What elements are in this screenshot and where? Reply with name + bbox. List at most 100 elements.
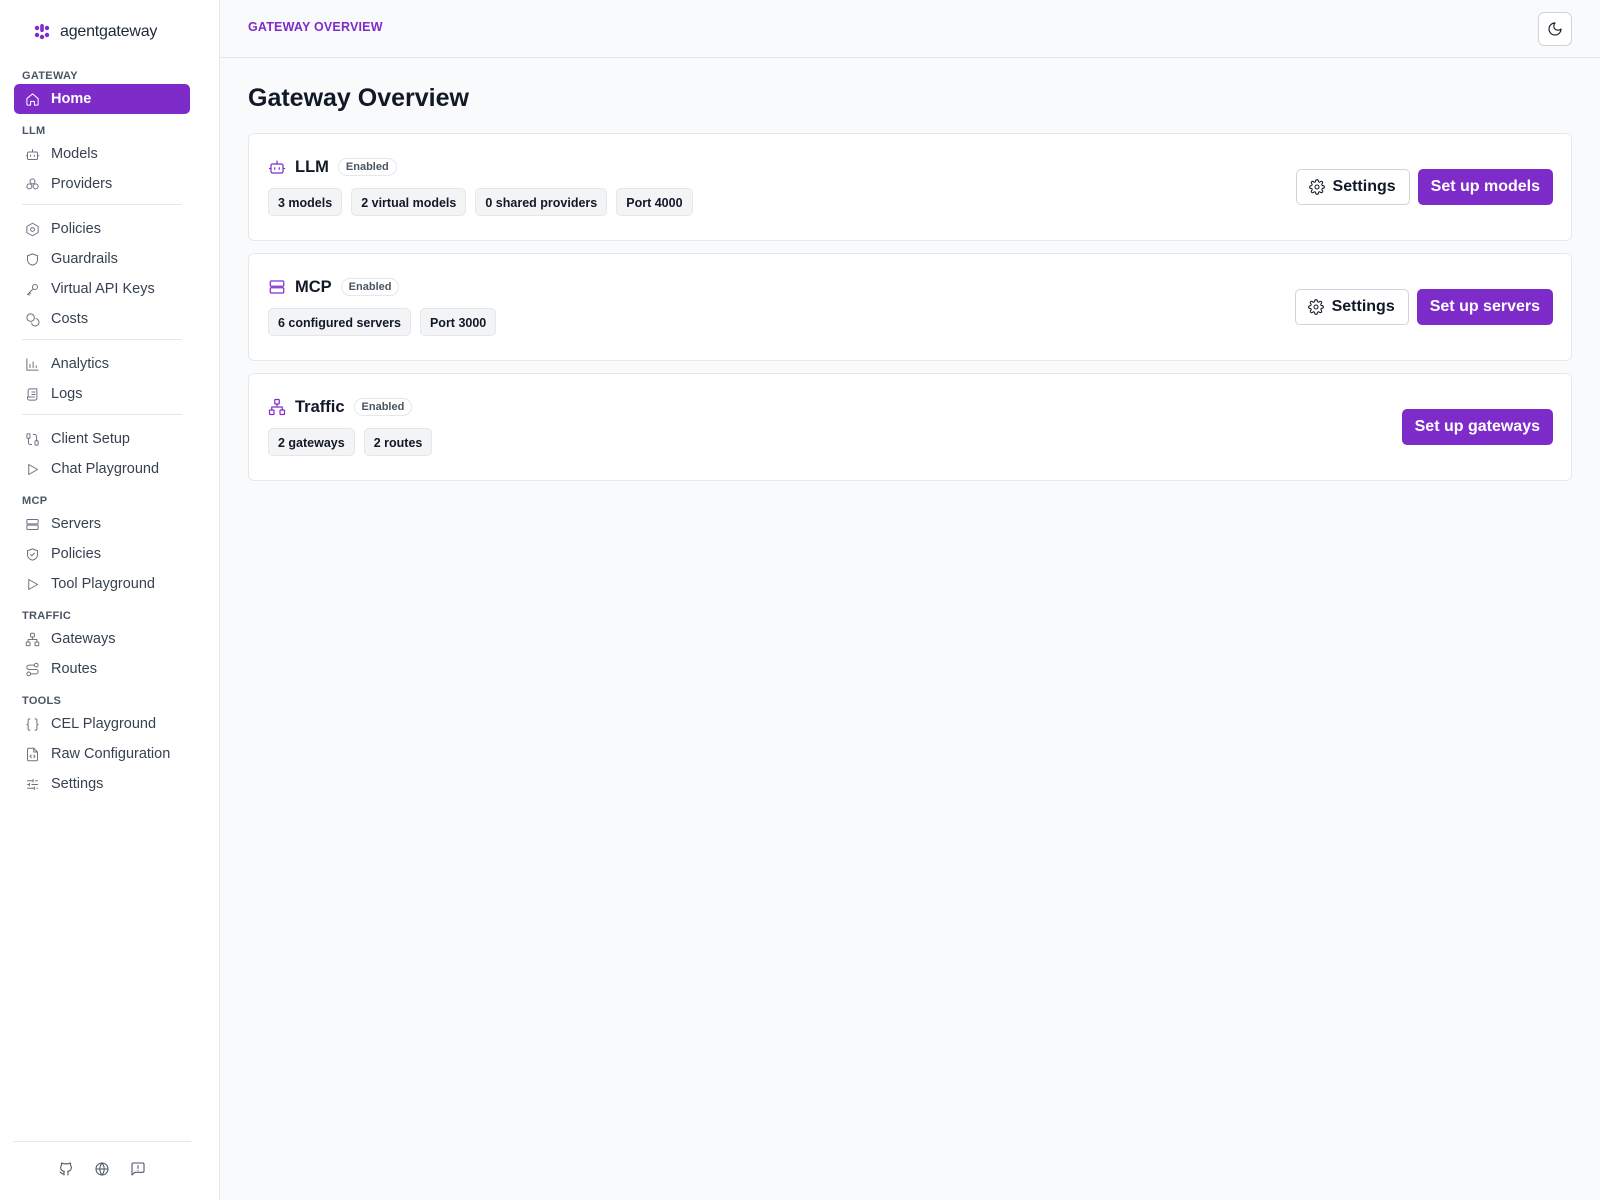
sidebar-item-logs[interactable]: Logs: [14, 379, 190, 409]
globe-icon[interactable]: [93, 1160, 111, 1178]
sidebar-item-label: Virtual API Keys: [51, 281, 155, 297]
page-title: Gateway Overview: [248, 84, 469, 112]
stat-chips: 6 configured servers Port 3000: [268, 308, 497, 336]
logo-icon: [34, 24, 50, 40]
server-icon: [268, 278, 286, 296]
sidebar-item-settings[interactable]: Settings: [14, 769, 190, 799]
set-up-servers-button[interactable]: Set up servers: [1416, 289, 1553, 325]
file-code-icon: [24, 746, 40, 762]
gear-icon: [1307, 299, 1324, 315]
gear-icon: [1308, 179, 1325, 195]
server-icon: [24, 516, 40, 532]
sidebar-nav: GATEWAY Home LLM Models Providers Polici…: [14, 68, 190, 799]
card-header: LLM Enabled: [268, 156, 397, 178]
stat-chip: Port 3000: [419, 308, 497, 336]
scroll-icon: [24, 386, 40, 402]
llm-card: LLM Enabled 3 models 2 virtual models 0 …: [248, 133, 1572, 241]
stat-chip: 3 models: [268, 188, 343, 216]
sidebar-footer: [13, 1141, 191, 1178]
sidebar-item-models[interactable]: Models: [14, 139, 190, 169]
set-up-models-button[interactable]: Set up models: [1417, 169, 1553, 205]
play-icon: [24, 461, 40, 477]
sidebar-item-label: Logs: [51, 386, 83, 402]
sidebar-item-mcp-policies[interactable]: Policies: [14, 539, 190, 569]
bot-icon: [268, 158, 286, 176]
sidebar-item-label: Analytics: [51, 356, 110, 372]
card-header: Traffic Enabled: [268, 396, 413, 418]
play-icon: [24, 576, 40, 592]
sidebar-item-cel-playground[interactable]: CEL Playground: [14, 709, 190, 739]
mcp-settings-button[interactable]: Settings: [1294, 289, 1409, 325]
sidebar-item-label: Policies: [51, 221, 101, 237]
sidebar-item-label: Costs: [51, 311, 89, 327]
sidebar-item-analytics[interactable]: Analytics: [14, 349, 190, 379]
section-label-gateway: GATEWAY: [22, 70, 78, 82]
sidebar-item-providers[interactable]: Providers: [14, 169, 190, 199]
sidebar-item-label: Models: [51, 146, 98, 162]
stat-chip: 2 virtual models: [351, 188, 467, 216]
network-icon: [268, 398, 286, 416]
section-label-llm: LLM: [22, 125, 46, 137]
sidebar-item-home[interactable]: Home: [14, 84, 190, 114]
stat-chips: 3 models 2 virtual models 0 shared provi…: [268, 188, 693, 216]
stat-chips: 2 gateways 2 routes: [268, 428, 433, 456]
llm-settings-button[interactable]: Settings: [1295, 169, 1410, 205]
button-label: Settings: [1331, 298, 1395, 315]
theme-toggle-button[interactable]: [1538, 12, 1572, 46]
sidebar-item-label: Providers: [51, 176, 113, 192]
stat-chip: 0 shared providers: [475, 188, 608, 216]
card-title: LLM: [295, 157, 329, 176]
sidebar: agentgateway GATEWAY Home LLM Models Pro…: [0, 0, 220, 1200]
sidebar-item-client-setup[interactable]: Client Setup: [14, 424, 190, 454]
status-badge: Enabled: [353, 398, 413, 416]
route-icon: [24, 661, 40, 677]
logo-text: agentgateway: [60, 23, 158, 40]
sidebar-item-tool-playground[interactable]: Tool Playground: [14, 569, 190, 599]
sliders-icon: [24, 776, 40, 792]
section-label-traffic: TRAFFIC: [22, 610, 72, 622]
app-logo[interactable]: agentgateway: [32, 20, 157, 44]
set-up-gateways-button[interactable]: Set up gateways: [1401, 409, 1553, 445]
network-icon: [24, 631, 40, 647]
key-icon: [24, 281, 40, 297]
shield-icon: [24, 251, 40, 267]
nav-divider: [22, 414, 182, 415]
sidebar-item-label: Guardrails: [51, 251, 118, 267]
sidebar-item-guardrails[interactable]: Guardrails: [14, 244, 190, 274]
card-title: Traffic: [295, 397, 345, 416]
sidebar-item-raw-configuration[interactable]: Raw Configuration: [14, 739, 190, 769]
section-label-mcp: MCP: [22, 495, 48, 507]
sidebar-item-virtual-api-keys[interactable]: Virtual API Keys: [14, 274, 190, 304]
top-bar: GATEWAY OVERVIEW: [220, 0, 1600, 58]
feedback-icon[interactable]: [129, 1160, 147, 1178]
sidebar-item-label: Raw Configuration: [51, 746, 171, 762]
sidebar-item-chat-playground[interactable]: Chat Playground: [14, 454, 190, 484]
sidebar-item-label: Tool Playground: [51, 576, 155, 592]
stat-chip: 2 gateways: [268, 428, 355, 456]
stat-chip: 6 configured servers: [268, 308, 411, 336]
card-actions: Settings Set up models: [1295, 169, 1553, 205]
stat-chip: Port 4000: [616, 188, 693, 216]
status-badge: Enabled: [340, 278, 400, 296]
cable-icon: [24, 431, 40, 447]
sidebar-item-servers[interactable]: Servers: [14, 509, 190, 539]
card-header: MCP Enabled: [268, 276, 400, 298]
boxes-icon: [24, 176, 40, 192]
sidebar-item-label: Policies: [51, 546, 101, 562]
sidebar-item-policies[interactable]: Policies: [14, 214, 190, 244]
coins-icon: [24, 311, 40, 327]
home-icon: [24, 91, 40, 107]
button-label: Settings: [1332, 178, 1396, 195]
sidebar-item-costs[interactable]: Costs: [14, 304, 190, 334]
sidebar-item-gateways[interactable]: Gateways: [14, 624, 190, 654]
sidebar-item-label: Home: [51, 91, 92, 107]
github-icon[interactable]: [57, 1160, 75, 1178]
status-badge: Enabled: [337, 158, 397, 176]
sidebar-item-label: Client Setup: [51, 431, 130, 447]
breadcrumb[interactable]: GATEWAY OVERVIEW: [248, 20, 383, 34]
card-actions: Set up gateways: [1401, 409, 1553, 445]
sidebar-item-routes[interactable]: Routes: [14, 654, 190, 684]
stat-chip: 2 routes: [363, 428, 433, 456]
hexagon-icon: [24, 221, 40, 237]
shield-check-icon: [24, 546, 40, 562]
